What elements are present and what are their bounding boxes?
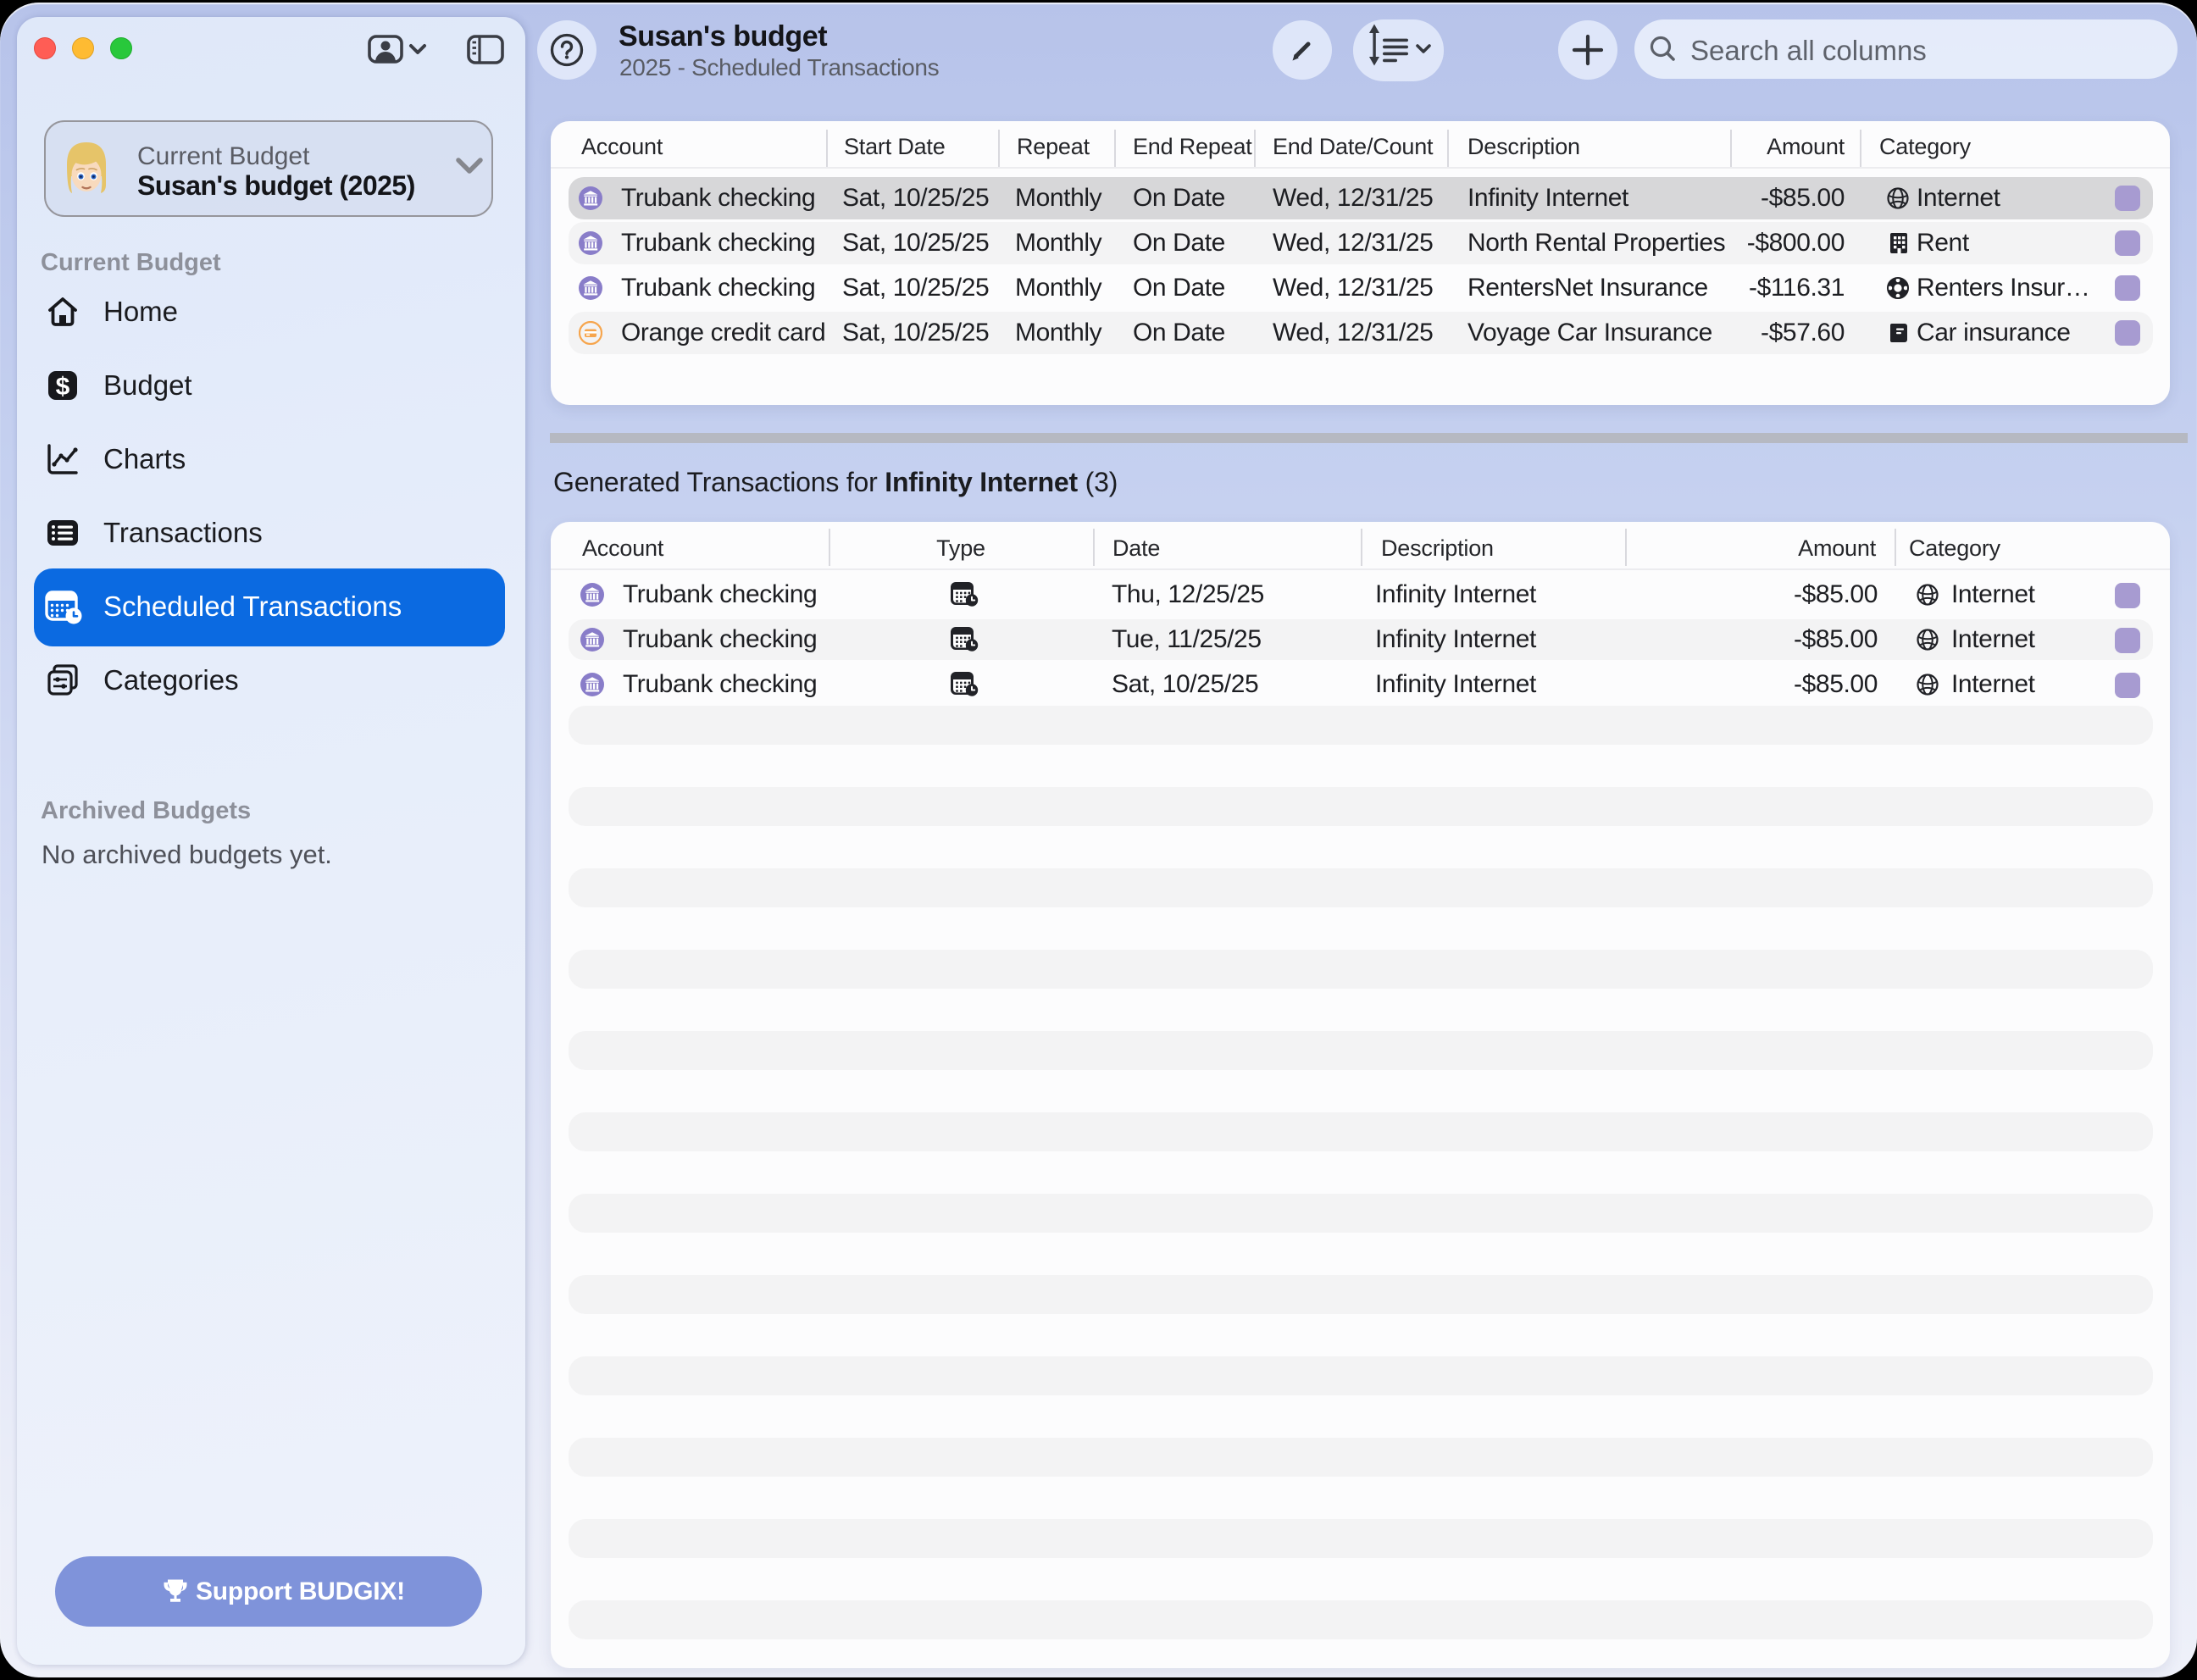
svg-text:$: $ [56, 373, 70, 401]
